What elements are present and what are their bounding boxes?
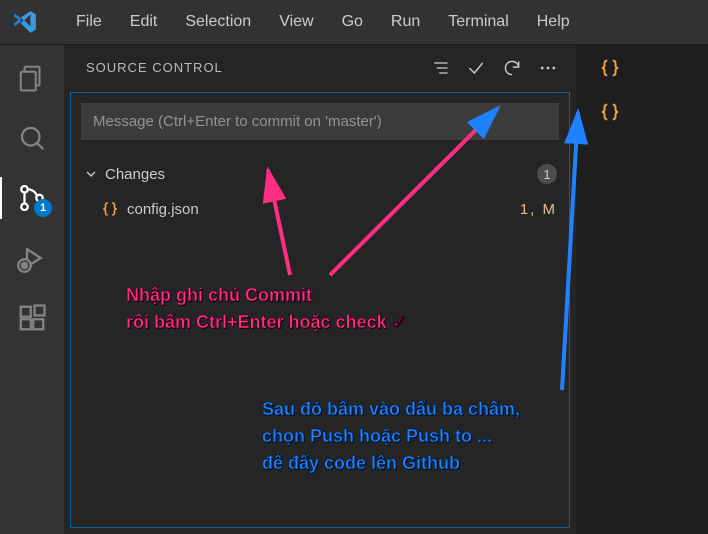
scm-actions (430, 58, 568, 78)
activity-debug[interactable] (0, 243, 64, 273)
changes-count-badge: 1 (537, 164, 557, 184)
vscode-logo-icon (12, 9, 38, 35)
activity-search[interactable] (0, 123, 64, 153)
menu-edit[interactable]: Edit (116, 7, 172, 37)
commit-check-icon[interactable] (466, 58, 486, 78)
json-file-icon (101, 200, 119, 218)
scm-badge: 1 (34, 199, 52, 217)
chevron-down-icon (83, 166, 99, 182)
annotation-text: Sau đó bấm vào dấu ba chấm, (262, 396, 520, 423)
editor-area-edge (576, 45, 644, 534)
activity-source-control[interactable]: 1 (0, 183, 64, 213)
menu-run[interactable]: Run (377, 7, 434, 37)
changes-section-header[interactable]: Changes 1 (81, 160, 559, 188)
menu-selection[interactable]: Selection (171, 7, 265, 37)
annotation-text: Nhập ghi chú Commit (126, 282, 407, 309)
menu-help[interactable]: Help (523, 7, 584, 37)
annotation-text: chọn Push hoặc Push to ... (262, 423, 520, 450)
annotation-commit-hint: Nhập ghi chú Commit rồi bấm Ctrl+Enter h… (126, 282, 407, 336)
file-name: config.json (127, 201, 520, 218)
menu-file[interactable]: File (62, 7, 116, 37)
file-status: 1, M (520, 201, 557, 218)
json-braces-icon (599, 101, 621, 123)
scm-header: SOURCE CONTROL (64, 45, 576, 90)
activity-explorer[interactable] (0, 63, 64, 93)
menubar: File Edit Selection View Go Run Terminal… (0, 0, 708, 44)
view-tree-icon[interactable] (430, 58, 450, 78)
activity-extensions[interactable] (0, 303, 64, 333)
annotation-text: để đẩy code lên Github (262, 450, 520, 477)
menu-terminal[interactable]: Terminal (434, 7, 522, 37)
refresh-icon[interactable] (502, 58, 522, 78)
annotation-text: rồi bấm Ctrl+Enter hoặc check ✓ (126, 309, 407, 336)
scm-title: SOURCE CONTROL (86, 60, 430, 75)
more-actions-icon[interactable] (538, 58, 558, 78)
commit-message-input[interactable] (81, 103, 559, 140)
annotation-push-hint: Sau đó bấm vào dấu ba chấm, chọn Push ho… (262, 396, 520, 477)
json-braces-icon (599, 57, 621, 79)
activity-bar: 1 (0, 45, 64, 534)
menu-view[interactable]: View (265, 7, 327, 37)
menu-go[interactable]: Go (328, 7, 377, 37)
changed-file-row[interactable]: config.json 1, M (81, 194, 559, 224)
changes-label: Changes (105, 166, 537, 183)
